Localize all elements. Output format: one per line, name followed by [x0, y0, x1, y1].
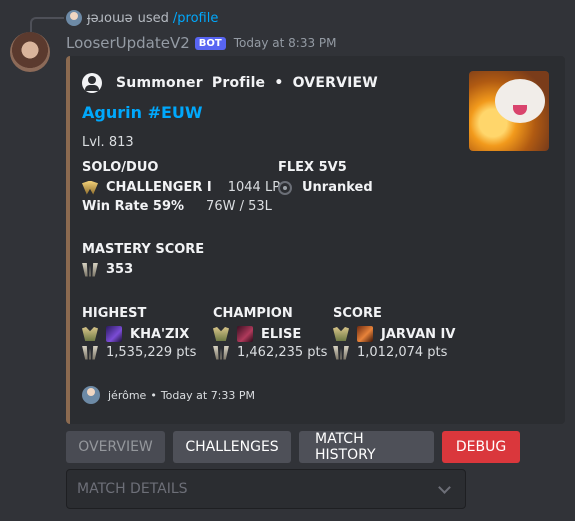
reply-avatar [66, 10, 82, 26]
user-icon [82, 73, 102, 93]
overview-button[interactable]: OVERVIEW [66, 431, 165, 463]
embed-thumbnail[interactable] [469, 71, 549, 151]
mastery-icon [333, 345, 349, 360]
bot-avatar[interactable] [10, 32, 50, 72]
embed-footer: jérôme • Today at 7:33 PM [82, 386, 255, 404]
footer-avatar [82, 386, 100, 404]
match-history-button[interactable]: MATCH HISTORY [299, 431, 434, 463]
field-solo-rank: CHALLENGER I 1044 LP [82, 180, 280, 195]
select-placeholder: MATCH DETAILS [77, 481, 188, 497]
author-word-3: OVERVIEW [292, 75, 378, 91]
field-champion-champ: ELISE [213, 326, 301, 342]
crest-icon [333, 327, 349, 341]
field-flex-rank: Unranked [278, 180, 373, 195]
field-mastery-value: 353 [82, 262, 133, 277]
profile-embed: Summoner Profile • OVERVIEW Agurin #EUW … [66, 56, 565, 424]
reply-command[interactable]: /profile [173, 11, 218, 26]
crest-icon [213, 327, 229, 341]
unranked-icon [278, 180, 292, 195]
field-champion-name: CHAMPION [213, 306, 293, 321]
summoner-tag[interactable]: #EUW [148, 103, 203, 122]
champion-points: 1,462,235 pts [237, 345, 328, 360]
bot-badge: BOT [194, 36, 226, 50]
khazix-portrait [106, 326, 122, 342]
field-score-points: 1,012,074 pts [333, 345, 447, 360]
footer-user: jérôme [108, 388, 147, 402]
highest-points: 1,535,229 pts [106, 345, 197, 360]
elise-portrait [237, 326, 253, 342]
author-word-1: Summoner [116, 75, 203, 91]
field-highest-points: 1,535,229 pts [82, 345, 196, 360]
footer-separator: • [150, 388, 157, 402]
champion-champion: ELISE [261, 326, 302, 342]
field-mastery-name: MASTERY SCORE [82, 242, 205, 257]
reply-context[interactable]: ɟǝɹoɯǝ used /profile [66, 9, 218, 27]
mastery-icon [82, 262, 98, 277]
author-word-2: Profile [211, 75, 266, 91]
solo-record: 76W / 53L [206, 199, 272, 214]
match-details-select[interactable]: MATCH DETAILS [66, 469, 466, 509]
challenges-button[interactable]: CHALLENGES [173, 431, 291, 463]
solo-tier: CHALLENGER I [106, 180, 212, 195]
embed-title[interactable]: Agurin #EUW [82, 103, 203, 122]
bot-username[interactable]: LooserUpdateV2 [66, 34, 190, 52]
field-score-champ: JARVAN IV [333, 326, 455, 342]
highest-champion: KHA'ZIX [130, 326, 190, 342]
field-champion-points: 1,462,235 pts [213, 345, 327, 360]
action-buttons: OVERVIEW CHALLENGES MATCH HISTORY DEBUG [66, 431, 520, 463]
mastery-icon [82, 345, 98, 360]
score-champion: JARVAN IV [381, 326, 456, 342]
field-solo-winrate: Win Rate 59% 76W / 53L [82, 199, 272, 214]
summoner-level: Lvl. 813 [82, 135, 134, 150]
message-timestamp: Today at 8:33 PM [233, 36, 337, 50]
mastery-icon [213, 345, 229, 360]
flex-tier: Unranked [302, 180, 373, 195]
debug-button[interactable]: DEBUG [442, 431, 520, 463]
field-flex-name: FLEX 5V5 [278, 160, 347, 175]
jarvan-portrait [357, 326, 373, 342]
embed-author: Summoner Profile • OVERVIEW [82, 73, 380, 93]
solo-lp: 1044 LP [227, 180, 281, 195]
chevron-down-icon [438, 480, 451, 494]
poro-icon [495, 79, 545, 123]
mastery-score: 353 [106, 262, 134, 277]
challenger-icon [82, 180, 98, 195]
footer-time: Today at 7:33 PM [160, 388, 256, 402]
field-highest-name: HIGHEST [82, 306, 147, 321]
field-score-name: SCORE [333, 306, 382, 321]
reply-username[interactable]: ɟǝɹoɯǝ [87, 11, 133, 26]
field-solo-name: SOLO/DUO [82, 160, 159, 175]
field-highest-champ: KHA'ZIX [82, 326, 189, 342]
message-header: LooserUpdateV2 BOT Today at 8:33 PM [66, 34, 337, 52]
reply-connector [30, 17, 64, 32]
embed-author-text: Summoner Profile • OVERVIEW [114, 75, 380, 91]
solo-winrate: Win Rate 59% [82, 199, 185, 214]
score-points: 1,012,074 pts [357, 345, 448, 360]
author-separator: • [274, 75, 284, 91]
crest-icon [82, 327, 98, 341]
reply-action: used [137, 10, 169, 26]
summoner-name[interactable]: Agurin [82, 103, 142, 122]
